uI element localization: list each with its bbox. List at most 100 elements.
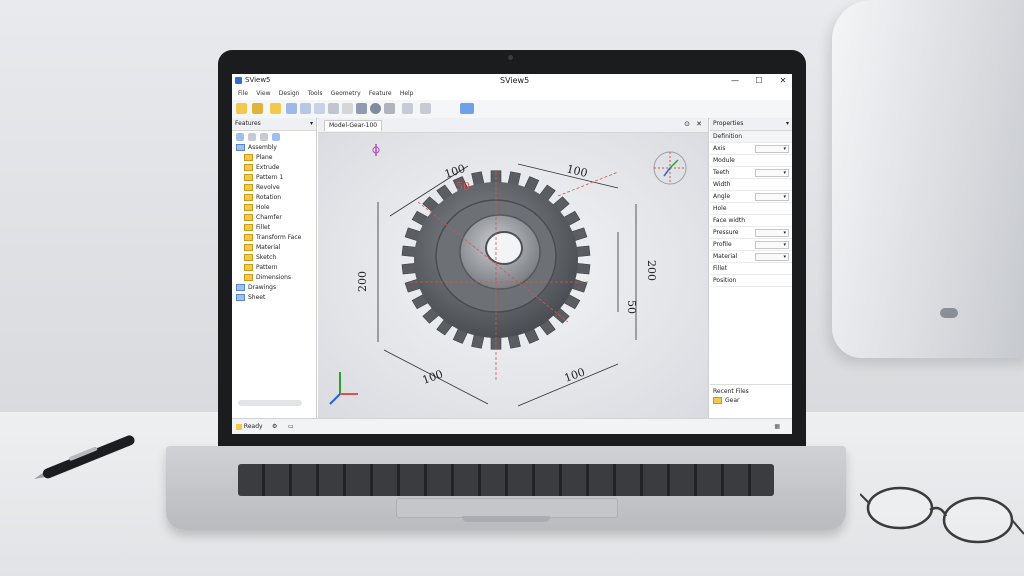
properties-tab[interactable]: Definition (710, 131, 792, 143)
tree-item[interactable]: Plane (232, 153, 316, 163)
menu-geometry[interactable]: Geometry (331, 88, 361, 100)
close-button[interactable]: ✕ (776, 75, 790, 87)
view-cube-icon[interactable] (653, 151, 687, 185)
tree-item[interactable]: Hole (232, 203, 316, 213)
menu-help[interactable]: Help (400, 88, 414, 100)
property-dropdown[interactable]: ▾ (755, 241, 789, 249)
property-label: Material (713, 253, 738, 260)
tree-item[interactable]: Sheet (232, 293, 316, 303)
search-icon[interactable] (300, 103, 311, 114)
tree-collapse-icon[interactable] (260, 133, 268, 141)
shade-icon[interactable] (356, 103, 367, 114)
menu-file[interactable]: File (238, 88, 248, 100)
properties-title: Properties (713, 120, 744, 127)
property-row[interactable]: Module (710, 155, 792, 167)
property-row[interactable]: Pressure ▾ (710, 227, 792, 239)
dimension-icon[interactable] (402, 103, 413, 114)
rotate-icon[interactable] (314, 103, 325, 114)
minimize-button[interactable]: — (728, 75, 742, 87)
tree-item[interactable]: Fillet (232, 223, 316, 233)
folder-icon (244, 154, 253, 161)
dim-radius: 50 (456, 180, 470, 193)
property-dropdown[interactable]: ▾ (755, 145, 789, 153)
tree-filter-icon[interactable] (248, 133, 256, 141)
status-layers-icon[interactable]: ▭ (288, 419, 294, 434)
status-settings-icon[interactable]: ⚙ (272, 419, 277, 434)
folder-icon[interactable] (270, 103, 281, 114)
property-row[interactable]: Face width (710, 215, 792, 227)
tree-item[interactable]: Rotation (232, 193, 316, 203)
tree-item[interactable]: Material (232, 243, 316, 253)
viewport-close-icon[interactable]: ✕ (696, 120, 702, 128)
property-dropdown[interactable]: ▾ (755, 193, 789, 201)
menu-tools[interactable]: Tools (308, 88, 323, 100)
wireframe-icon[interactable] (370, 103, 381, 114)
save-icon[interactable] (252, 103, 263, 114)
viewport-options-icon[interactable]: ⊙ (684, 120, 690, 128)
tree-item[interactable]: Assembly (232, 143, 316, 153)
tree-item[interactable]: Chamfer (232, 213, 316, 223)
property-dropdown[interactable]: ▾ (755, 229, 789, 237)
sketch-icon[interactable] (342, 103, 353, 114)
tree-item-label: Chamfer (256, 214, 282, 221)
zoom-icon[interactable] (286, 103, 297, 114)
tree-item-label: Assembly (248, 144, 277, 151)
recent-file-label: Gear (725, 397, 740, 404)
property-row[interactable]: Profile ▾ (710, 239, 792, 251)
status-grid-icon[interactable]: ▦ (774, 419, 780, 434)
tree-item-label: Fillet (256, 224, 271, 231)
tree-item[interactable]: Extrude (232, 163, 316, 173)
open-icon[interactable] (236, 103, 247, 114)
recent-file-item[interactable]: Gear (710, 395, 792, 406)
property-row[interactable]: Axis ▾ (710, 143, 792, 155)
tree-item[interactable]: Dimensions (232, 273, 316, 283)
dim-bottom-left: 100 (421, 367, 445, 386)
dim-left-height: 200 (356, 271, 369, 292)
window-title: SView5 (500, 76, 530, 85)
property-dropdown[interactable]: ▾ (755, 253, 789, 261)
maximize-button[interactable]: ☐ (752, 75, 766, 87)
folder-icon (244, 164, 253, 171)
tree-scrollbar[interactable] (238, 400, 302, 406)
tree-item[interactable]: Transform Face (232, 233, 316, 243)
tree-item[interactable]: Drawings (232, 283, 316, 293)
tree-item[interactable]: Sketch (232, 253, 316, 263)
tree-search-icon[interactable] (272, 133, 280, 141)
property-row[interactable]: Material ▾ (710, 251, 792, 263)
property-row[interactable]: Hole (710, 203, 792, 215)
tree-item[interactable]: Revolve (232, 183, 316, 193)
properties-panel: Properties ▾ Definition Axis ▾ Module Teeth… (710, 118, 792, 418)
view-icon[interactable] (460, 103, 474, 114)
webcam (508, 55, 513, 60)
toolbar (232, 100, 792, 119)
property-row[interactable]: Position (710, 275, 792, 287)
tree-expand-icon[interactable] (236, 133, 244, 141)
property-label: Angle (713, 193, 731, 200)
tab-model[interactable]: Model-Gear-100 (324, 120, 383, 131)
viewport-tabbar: Model-Gear-100 ⊙ ✕ (318, 118, 708, 133)
property-row[interactable]: Teeth ▾ (710, 167, 792, 179)
folder-icon (244, 234, 253, 241)
panel-pin-icon[interactable]: ▾ (310, 118, 313, 130)
property-dropdown[interactable]: ▾ (755, 169, 789, 177)
model-viewport[interactable]: Model-Gear-100 ⊙ ✕ 100 100 50 200 200 50… (318, 118, 709, 418)
tree-item[interactable]: Pattern (232, 263, 316, 273)
measure-icon[interactable] (384, 103, 395, 114)
status-text: Ready (243, 423, 263, 430)
section-icon[interactable] (420, 103, 431, 114)
menu-bar: File View Design Tools Geometry Feature … (232, 88, 792, 100)
properties-menu-icon[interactable]: ▾ (786, 118, 789, 130)
pan-icon[interactable] (328, 103, 339, 114)
property-label: Face width (713, 217, 746, 224)
menu-feature[interactable]: Feature (369, 88, 392, 100)
property-row[interactable]: Angle ▾ (710, 191, 792, 203)
status-bar: Ready ⚙ ▭ ▦ (232, 418, 792, 434)
origin-marker-icon (372, 144, 380, 156)
menu-design[interactable]: Design (279, 88, 300, 100)
property-row[interactable]: Width (710, 179, 792, 191)
tree-item[interactable]: Pattern 1 (232, 173, 316, 183)
menu-view[interactable]: View (256, 88, 270, 100)
property-label: Pressure (713, 229, 739, 236)
property-row[interactable]: Fillet (710, 263, 792, 275)
property-list: Axis ▾ Module Teeth ▾ Width Angle ▾ Hole Face wid… (710, 143, 792, 287)
